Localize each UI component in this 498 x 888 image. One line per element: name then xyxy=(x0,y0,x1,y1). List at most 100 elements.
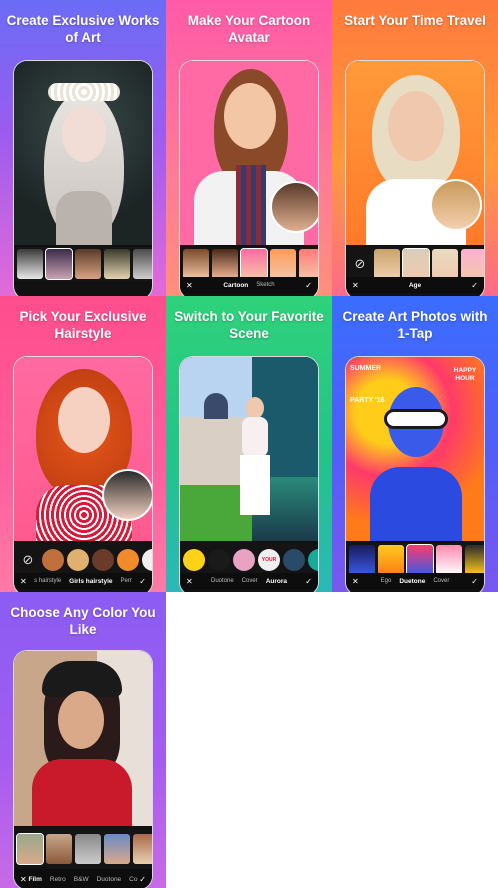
color-filter-thumbnails xyxy=(14,829,152,869)
close-icon[interactable]: ✕ xyxy=(20,875,27,884)
confirm-icon[interactable]: ✓ xyxy=(139,875,146,884)
tab-ego[interactable]: Ego xyxy=(381,578,392,584)
scene-option[interactable] xyxy=(283,549,305,571)
hairstyle-option[interactable] xyxy=(67,549,89,571)
tab-perm[interactable]: Perr xyxy=(121,578,132,584)
hairstyle-option[interactable] xyxy=(42,549,64,571)
tab-sketch[interactable]: Sketch xyxy=(256,282,274,288)
style-thumb[interactable] xyxy=(75,249,101,279)
confirm-icon[interactable]: ✓ xyxy=(139,577,146,586)
hairstyle-option[interactable] xyxy=(117,549,139,571)
bottom-toolbar: ✕ Ego Duetone Cover ✓ xyxy=(346,573,484,589)
cartoon-thumb[interactable] xyxy=(299,249,318,279)
color-filter-thumb[interactable] xyxy=(133,834,152,864)
phone-preview: ⊘ ✕ s hairstyle Girls hairstyle Perr ✓ xyxy=(13,356,153,592)
color-filter-thumb[interactable] xyxy=(46,834,72,864)
panel-title: Switch to Your Favorite Scene xyxy=(174,309,324,341)
panel-title: Make Your Cartoon Avatar xyxy=(187,13,311,45)
art-filter-thumb[interactable] xyxy=(436,545,462,575)
cartoon-thumbnails xyxy=(180,247,318,281)
scene-option[interactable]: YOUR xyxy=(258,549,280,571)
color-photo xyxy=(14,651,152,826)
tab-film[interactable]: Film xyxy=(29,876,42,883)
panel-title: Create Art Photos with 1-Tap xyxy=(342,309,488,341)
art-filter-thumb[interactable] xyxy=(378,545,404,575)
tab-duetone[interactable]: Duetone xyxy=(399,578,425,585)
age-thumb[interactable] xyxy=(402,248,430,280)
age-thumb[interactable] xyxy=(432,249,458,279)
scene-option[interactable] xyxy=(308,549,318,571)
tab-duotone[interactable]: Duotone xyxy=(97,876,122,883)
bottom-toolbar: ✕ s hairstyle Girls hairstyle Perr ✓ xyxy=(14,573,152,589)
none-icon[interactable]: ⊘ xyxy=(349,253,371,275)
art-filter-thumb[interactable] xyxy=(465,545,484,575)
flower-crown xyxy=(48,83,120,101)
panel-cartoon: Make Your Cartoon Avatar ✕ Cartoon Sketc… xyxy=(166,0,332,296)
original-photo-inset xyxy=(270,181,318,233)
phone-preview: ✕ Cartoon Sketch ✓ xyxy=(179,60,319,296)
cartoon-thumb[interactable] xyxy=(212,249,238,279)
bottom-toolbar: ✕ Cartoon Sketch ✓ xyxy=(180,277,318,293)
tab-color[interactable]: Co xyxy=(129,876,137,883)
close-icon[interactable]: ✕ xyxy=(186,281,193,290)
style-thumb[interactable] xyxy=(104,249,130,279)
style-thumb[interactable] xyxy=(45,248,73,280)
tab-bw[interactable]: B&W xyxy=(74,876,89,883)
close-icon[interactable]: ✕ xyxy=(186,577,193,586)
close-icon[interactable]: ✕ xyxy=(352,281,359,290)
tab-boys-hairstyle[interactable]: s hairstyle xyxy=(34,578,61,584)
bottom-toolbar: ✕ Duotone Cover Aurora ✓ xyxy=(180,573,318,589)
scene-option[interactable] xyxy=(183,549,205,571)
scene-option[interactable] xyxy=(233,549,255,571)
scene-option[interactable] xyxy=(208,549,230,571)
style-thumbnails xyxy=(14,247,152,281)
style-thumb[interactable] xyxy=(133,249,152,279)
age-thumb[interactable] xyxy=(461,249,484,279)
panel-age: Start Your Time Travel ⊘ ✕ Age ✓ xyxy=(332,0,498,296)
color-filter-thumb[interactable] xyxy=(104,834,130,864)
confirm-icon[interactable]: ✓ xyxy=(471,281,478,290)
none-icon[interactable]: ⊘ xyxy=(17,549,39,571)
panel-scene: Switch to Your Favorite Scene YOUR ✕ Duo… xyxy=(166,296,332,592)
panel-title: Pick Your Exclusive Hairstyle xyxy=(19,309,147,341)
original-photo-inset xyxy=(430,179,482,231)
age-thumbnails: ⊘ xyxy=(346,247,484,281)
art-photo xyxy=(14,61,152,245)
phone-preview xyxy=(13,60,153,296)
color-filter-thumb[interactable] xyxy=(75,834,101,864)
cartoon-thumb[interactable] xyxy=(270,249,296,279)
tab-aurora[interactable]: Aurora xyxy=(266,578,287,585)
confirm-icon[interactable]: ✓ xyxy=(305,577,312,586)
tab-cover[interactable]: Cover xyxy=(433,578,449,584)
tab-age[interactable]: Age xyxy=(409,282,421,289)
scene-options: YOUR xyxy=(180,543,318,577)
age-thumb[interactable] xyxy=(374,249,400,279)
confirm-icon[interactable]: ✓ xyxy=(305,281,312,290)
cartoon-thumb[interactable] xyxy=(240,248,268,280)
hairstyle-option[interactable] xyxy=(92,549,114,571)
panel-title: Choose Any Color You Like xyxy=(10,605,156,637)
sunglasses xyxy=(384,409,448,429)
style-thumb[interactable] xyxy=(17,249,43,279)
cartoon-thumb[interactable] xyxy=(183,249,209,279)
hairstyle-option[interactable] xyxy=(142,549,152,571)
art-filter-thumb[interactable] xyxy=(406,544,434,576)
tab-girls-hairstyle[interactable]: Girls hairstyle xyxy=(69,578,112,585)
phone-preview: SUMMER PARTY '16 HAPPY HOUR ✕ Ego Dueton… xyxy=(345,356,485,592)
tab-cover[interactable]: Cover xyxy=(242,578,258,584)
poster-text: PARTY '16 xyxy=(350,397,385,404)
panel-art-photo: Create Art Photos with 1-Tap SUMMER PART… xyxy=(332,296,498,592)
confirm-icon[interactable]: ✓ xyxy=(471,577,478,586)
close-icon[interactable]: ✕ xyxy=(352,577,359,586)
panel-art: Create Exclusive Works of Art xyxy=(0,0,166,296)
color-filter-thumb[interactable] xyxy=(16,833,44,865)
tab-cartoon[interactable]: Cartoon xyxy=(223,282,248,289)
tab-retro[interactable]: Retro xyxy=(50,876,66,883)
scene-photo xyxy=(180,357,318,541)
close-icon[interactable]: ✕ xyxy=(20,577,27,586)
panel-color: Choose Any Color You Like ✕ Film Retro B… xyxy=(0,592,166,888)
art-filter-thumb[interactable] xyxy=(349,545,375,575)
bottom-toolbar: ✕ Film Retro B&W Duotone Co ✓ xyxy=(14,869,152,888)
art-filter-thumbnails xyxy=(346,543,484,577)
tab-duotone[interactable]: Duotone xyxy=(211,578,234,584)
